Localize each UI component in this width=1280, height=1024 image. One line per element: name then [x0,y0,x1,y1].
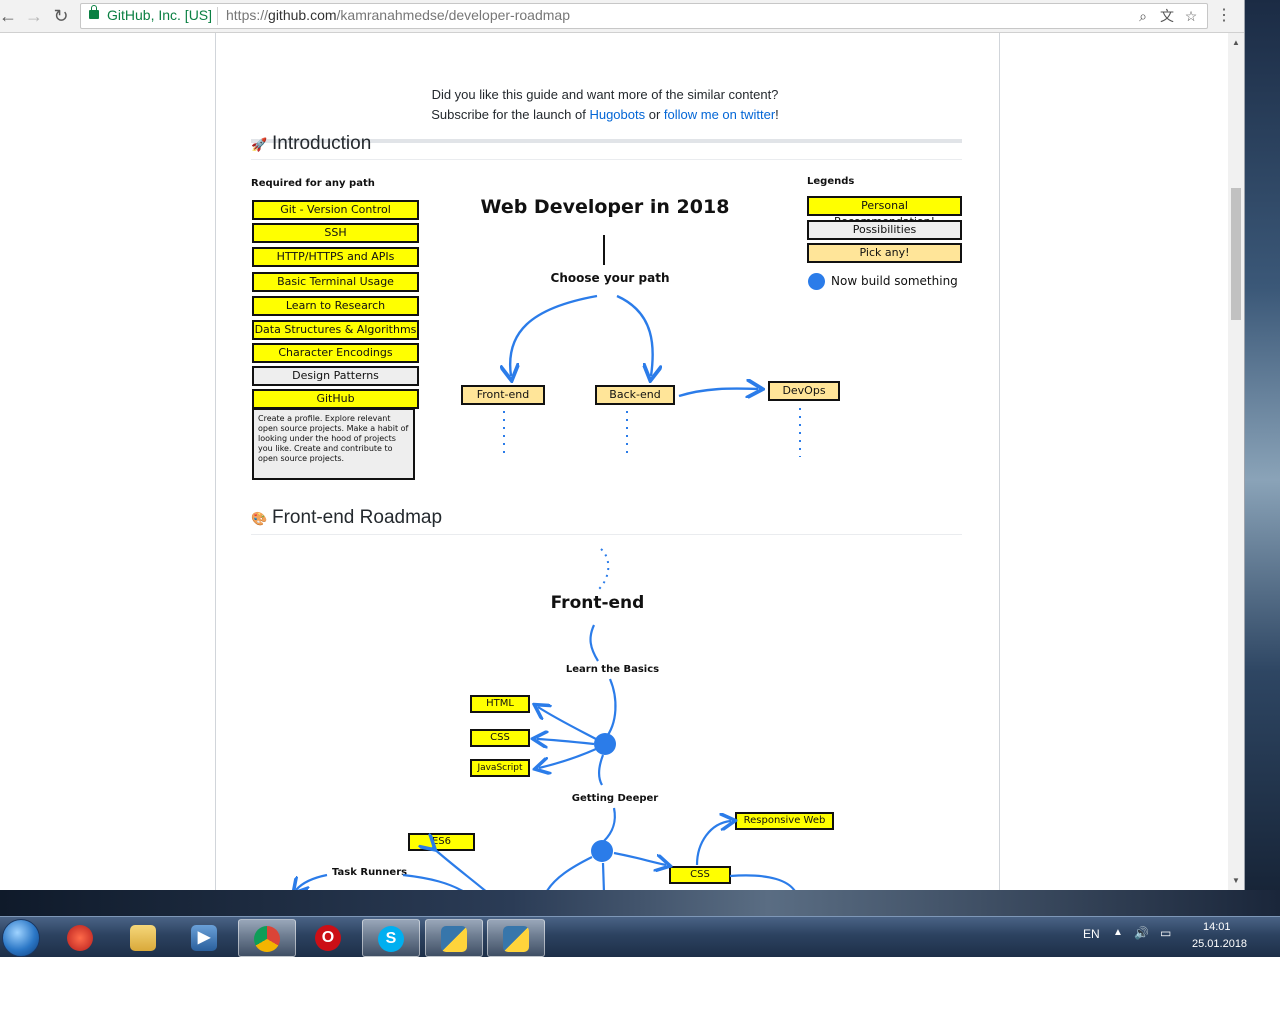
build-dot-icon [808,273,825,290]
getting-deeper-label: Getting Deeper [571,793,659,804]
promo-line-2: Subscribe for the launch of Hugobots or … [431,107,779,122]
divider [217,7,218,25]
media-player-icon: ▶ [191,925,217,951]
es6-box: ES6 [408,833,475,851]
required-item: Data Structures & Algorithms [252,320,419,340]
task-runners-label: Task Runners [332,867,408,878]
promo-line-1: Did you like this guide and want more of… [431,87,779,102]
path-frontend: Front-end [461,385,545,405]
learn-basics-label: Learn the Basics [565,664,660,675]
diagram-title: Web Developer in 2018 [480,196,730,218]
back-arrow-icon[interactable]: ← [0,4,20,28]
legends-title: Legends [807,176,855,187]
required-item: Git - Version Control [252,200,419,220]
required-item: Basic Terminal Usage [252,272,419,292]
legend-item: Possibilities [807,220,962,240]
chrome-icon [254,926,280,952]
frontend-heading: 🎨 Front-end Roadmap [251,507,443,528]
frontend-title: Front-end [550,593,645,613]
required-item: SSH [252,223,419,243]
scrollbar-thumb[interactable] [1231,188,1241,320]
taskbar-skype[interactable]: S [362,919,420,957]
required-item: GitHub [252,389,419,409]
page-viewport: Did you like this guide and want more of… [0,33,1228,890]
taskbar-python-1[interactable] [425,919,483,957]
basic-javascript: JavaScript [470,759,530,777]
folder-icon [130,925,156,951]
site-identity[interactable]: GitHub, Inc. [US] [107,7,212,23]
taskbar-python-2[interactable] [487,919,545,957]
heading-underline [251,159,962,160]
lock-icon [89,5,99,19]
responsive-web-box: Responsive Web [735,812,834,830]
basic-html: HTML [470,695,530,713]
windows-taskbar: ▶ O S EN ▲ 🔊 ▭ 14:01 25.01.2018 [0,916,1280,957]
browser-toolbar: ← → ↻ GitHub, Inc. [US] https://github.c… [0,0,1244,33]
taskbar-chrome[interactable] [238,919,296,957]
desktop-background [1244,0,1280,960]
required-item: Learn to Research [252,296,419,316]
browser-menu-icon[interactable]: ⋮ [1214,4,1234,28]
introduction-heading: 🚀 Introduction [251,133,372,154]
legend-item: Pick any! [807,243,962,263]
language-indicator[interactable]: EN [1083,927,1100,941]
required-item: Character Encodings [252,343,419,363]
path-backend: Back-end [595,385,675,405]
star-icon[interactable]: ☆ [1181,6,1201,26]
start-button[interactable] [2,919,40,957]
scroll-down-icon[interactable]: ▼ [1229,874,1243,888]
volume-icon[interactable]: 🔊 [1134,926,1149,940]
desktop-background-strip [0,890,1280,916]
clock-date[interactable]: 25.01.2018 [1192,938,1247,950]
required-item: Design Patterns [252,366,419,386]
github-description: Create a profile. Explore relevant open … [252,408,415,480]
reload-icon[interactable]: ↻ [49,4,73,28]
taskbar-explorer[interactable] [115,919,171,955]
opera-icon: O [315,925,341,951]
deeper-css-box: CSS [669,866,731,884]
palette-icon: 🎨 [251,511,268,526]
legend-item: Personal Recommendation! [807,196,962,228]
skype-icon: S [378,926,404,952]
python-file-icon [503,926,529,952]
address-bar[interactable]: GitHub, Inc. [US] https://github.com/kam… [80,3,1208,29]
python-icon [441,926,467,952]
taskbar-opera[interactable]: O [300,919,356,955]
heading-underline [251,534,962,535]
twitter-link[interactable]: follow me on twitter [664,107,775,122]
url-text[interactable]: https://github.com/kamranahmedse/develop… [226,7,570,23]
screen-bottom-blank [0,957,1280,1024]
required-item: HTTP/HTTPS and APIs [252,247,419,267]
tray-expand-icon[interactable]: ▲ [1113,927,1123,938]
build-label: Now build something [831,274,958,288]
network-icon[interactable]: ▭ [1160,926,1171,940]
red-app-icon [67,925,93,951]
forward-arrow-icon[interactable]: → [22,4,46,28]
rocket-icon: 🚀 [251,137,268,152]
taskbar-app-1[interactable] [52,919,108,955]
scroll-up-icon[interactable]: ▲ [1229,36,1243,50]
browser-window: ← → ↻ GitHub, Inc. [US] https://github.c… [0,0,1245,890]
basic-css: CSS [470,729,530,747]
hugobots-link[interactable]: Hugobots [589,107,645,122]
choose-path-label: Choose your path [550,271,670,285]
vertical-scrollbar[interactable] [1228,33,1244,890]
clock-time[interactable]: 14:01 [1203,921,1231,933]
taskbar-media[interactable]: ▶ [176,919,232,955]
required-title: Required for any path [251,178,375,189]
zoom-icon[interactable]: ⌕ [1133,6,1153,26]
path-devops: DevOps [768,381,840,401]
translate-icon[interactable]: 文 [1157,6,1177,26]
